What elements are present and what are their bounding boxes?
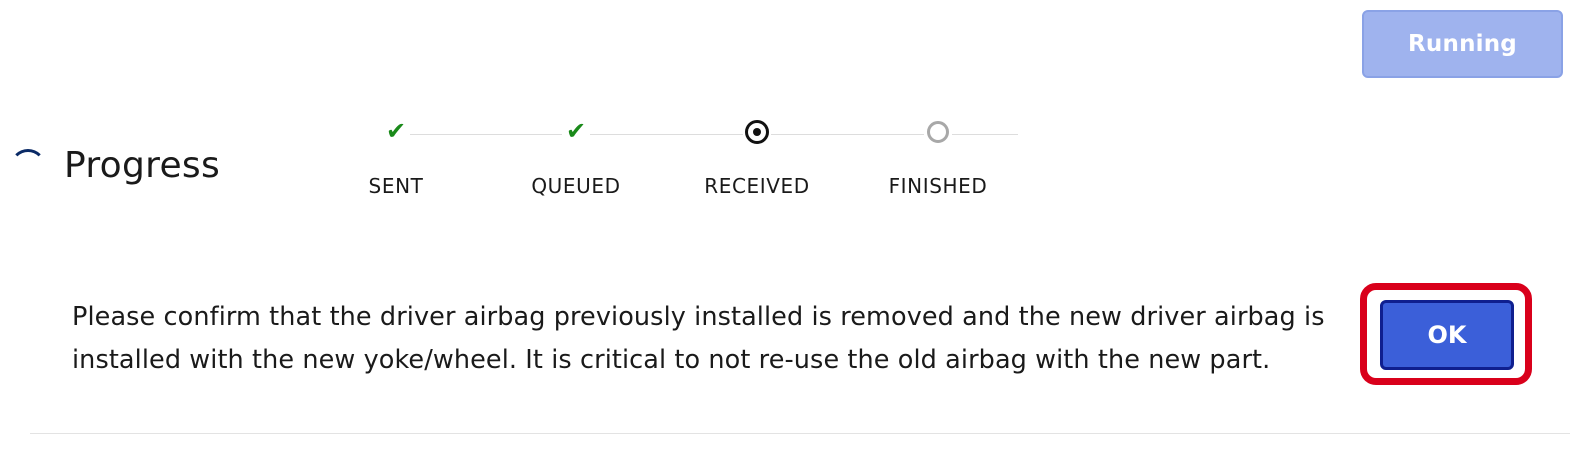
running-status-button[interactable]: Running: [1362, 10, 1563, 78]
empty-circle-icon: [927, 121, 949, 143]
step-label: SENT: [368, 174, 424, 198]
step-queued: ✔ QUEUED: [486, 118, 666, 198]
step-label: QUEUED: [531, 174, 621, 198]
check-icon: ✔: [565, 118, 587, 145]
step-label: FINISHED: [888, 174, 988, 198]
step-label: RECEIVED: [704, 174, 810, 198]
progress-header: Progress: [10, 145, 220, 186]
spinner-icon: [10, 148, 46, 185]
radio-dot-icon: [745, 120, 769, 144]
divider: [30, 433, 1570, 434]
step-finished: FINISHED: [848, 118, 1028, 198]
progress-title: Progress: [64, 145, 221, 186]
step-sent: ✔ SENT: [306, 118, 486, 198]
confirmation-message: Please confirm that the driver airbag pr…: [72, 302, 1325, 375]
ok-button[interactable]: OK: [1380, 300, 1514, 370]
step-received: RECEIVED: [667, 118, 847, 198]
progress-stepper: ✔ SENT ✔ QUEUED RECEIVED FINISHED: [340, 118, 1020, 218]
check-icon: ✔: [385, 118, 407, 145]
